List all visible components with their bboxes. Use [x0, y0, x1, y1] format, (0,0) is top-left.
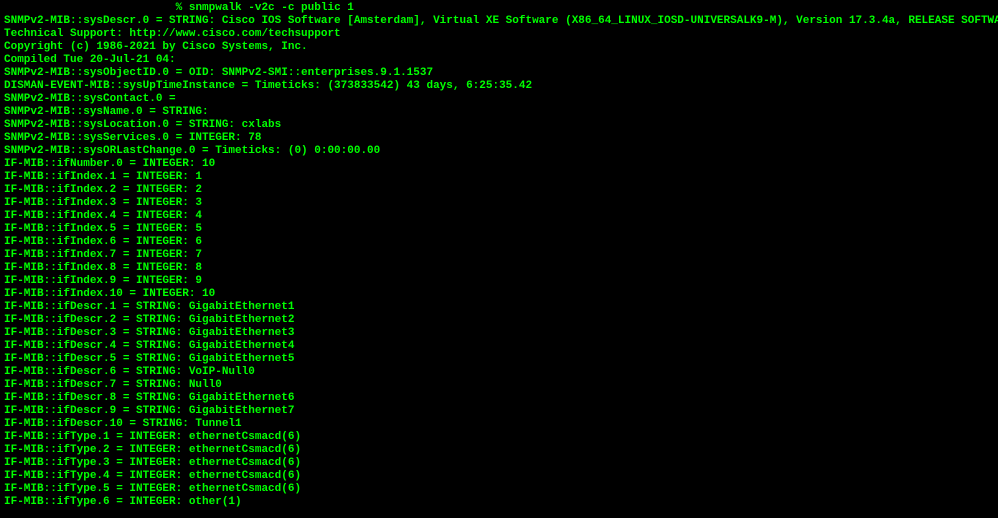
output-line: IF-MIB::ifIndex.8 = INTEGER: 8 — [4, 262, 994, 275]
output-line: IF-MIB::ifType.1 = INTEGER: ethernetCsma… — [4, 431, 994, 444]
output-line: SNMPv2-MIB::sysServices.0 = INTEGER: 78 — [4, 132, 994, 145]
output-line: SNMPv2-MIB::sysObjectID.0 = OID: SNMPv2-… — [4, 67, 994, 80]
output-line: IF-MIB::ifDescr.3 = STRING: GigabitEther… — [4, 327, 994, 340]
output-line: IF-MIB::ifDescr.6 = STRING: VoIP-Null0 — [4, 366, 994, 379]
output-line: IF-MIB::ifType.6 = INTEGER: other(1) — [4, 496, 994, 509]
output-line: Compiled Tue 20-Jul-21 04: — [4, 54, 994, 67]
prompt-symbol: % — [176, 2, 189, 14]
command-prompt-line: % snmpwalk -v2c -c public 1 — [4, 2, 994, 15]
output-line: IF-MIB::ifIndex.5 = INTEGER: 5 — [4, 223, 994, 236]
output-line: IF-MIB::ifType.5 = INTEGER: ethernetCsma… — [4, 483, 994, 496]
output-line: IF-MIB::ifIndex.7 = INTEGER: 7 — [4, 249, 994, 262]
output-line: IF-MIB::ifType.4 = INTEGER: ethernetCsma… — [4, 470, 994, 483]
output-line: IF-MIB::ifIndex.6 = INTEGER: 6 — [4, 236, 994, 249]
output-line: IF-MIB::ifDescr.4 = STRING: GigabitEther… — [4, 340, 994, 353]
output-line: IF-MIB::ifType.3 = INTEGER: ethernetCsma… — [4, 457, 994, 470]
output-line: IF-MIB::ifNumber.0 = INTEGER: 10 — [4, 158, 994, 171]
prompt-prefix — [4, 2, 176, 14]
output-lines: SNMPv2-MIB::sysDescr.0 = STRING: Cisco I… — [4, 15, 994, 509]
output-line: IF-MIB::ifIndex.3 = INTEGER: 3 — [4, 197, 994, 210]
output-line: IF-MIB::ifIndex.10 = INTEGER: 10 — [4, 288, 994, 301]
output-line: SNMPv2-MIB::sysLocation.0 = STRING: cxla… — [4, 119, 994, 132]
output-line: IF-MIB::ifIndex.9 = INTEGER: 9 — [4, 275, 994, 288]
output-line: IF-MIB::ifIndex.4 = INTEGER: 4 — [4, 210, 994, 223]
output-line: IF-MIB::ifDescr.7 = STRING: Null0 — [4, 379, 994, 392]
output-line: Technical Support: http://www.cisco.com/… — [4, 28, 994, 41]
output-line: DISMAN-EVENT-MIB::sysUpTimeInstance = Ti… — [4, 80, 994, 93]
output-line: SNMPv2-MIB::sysORLastChange.0 = Timetick… — [4, 145, 994, 158]
output-line: Copyright (c) 1986-2021 by Cisco Systems… — [4, 41, 994, 54]
output-line: IF-MIB::ifDescr.5 = STRING: GigabitEther… — [4, 353, 994, 366]
terminal-output: % snmpwalk -v2c -c public 1 SNMPv2-MIB::… — [4, 2, 994, 509]
output-line: IF-MIB::ifDescr.8 = STRING: GigabitEther… — [4, 392, 994, 405]
output-line: IF-MIB::ifDescr.9 = STRING: GigabitEther… — [4, 405, 994, 418]
output-line: IF-MIB::ifDescr.10 = STRING: Tunnel1 — [4, 418, 994, 431]
output-line: IF-MIB::ifIndex.2 = INTEGER: 2 — [4, 184, 994, 197]
output-line: SNMPv2-MIB::sysName.0 = STRING: — [4, 106, 994, 119]
prompt-command: snmpwalk -v2c -c public 1 — [189, 2, 354, 14]
output-line: IF-MIB::ifDescr.1 = STRING: GigabitEther… — [4, 301, 994, 314]
output-line: SNMPv2-MIB::sysDescr.0 = STRING: Cisco I… — [4, 15, 994, 28]
output-line: IF-MIB::ifDescr.2 = STRING: GigabitEther… — [4, 314, 994, 327]
output-line: SNMPv2-MIB::sysContact.0 = — [4, 93, 994, 106]
output-line: IF-MIB::ifType.2 = INTEGER: ethernetCsma… — [4, 444, 994, 457]
output-line: IF-MIB::ifIndex.1 = INTEGER: 1 — [4, 171, 994, 184]
